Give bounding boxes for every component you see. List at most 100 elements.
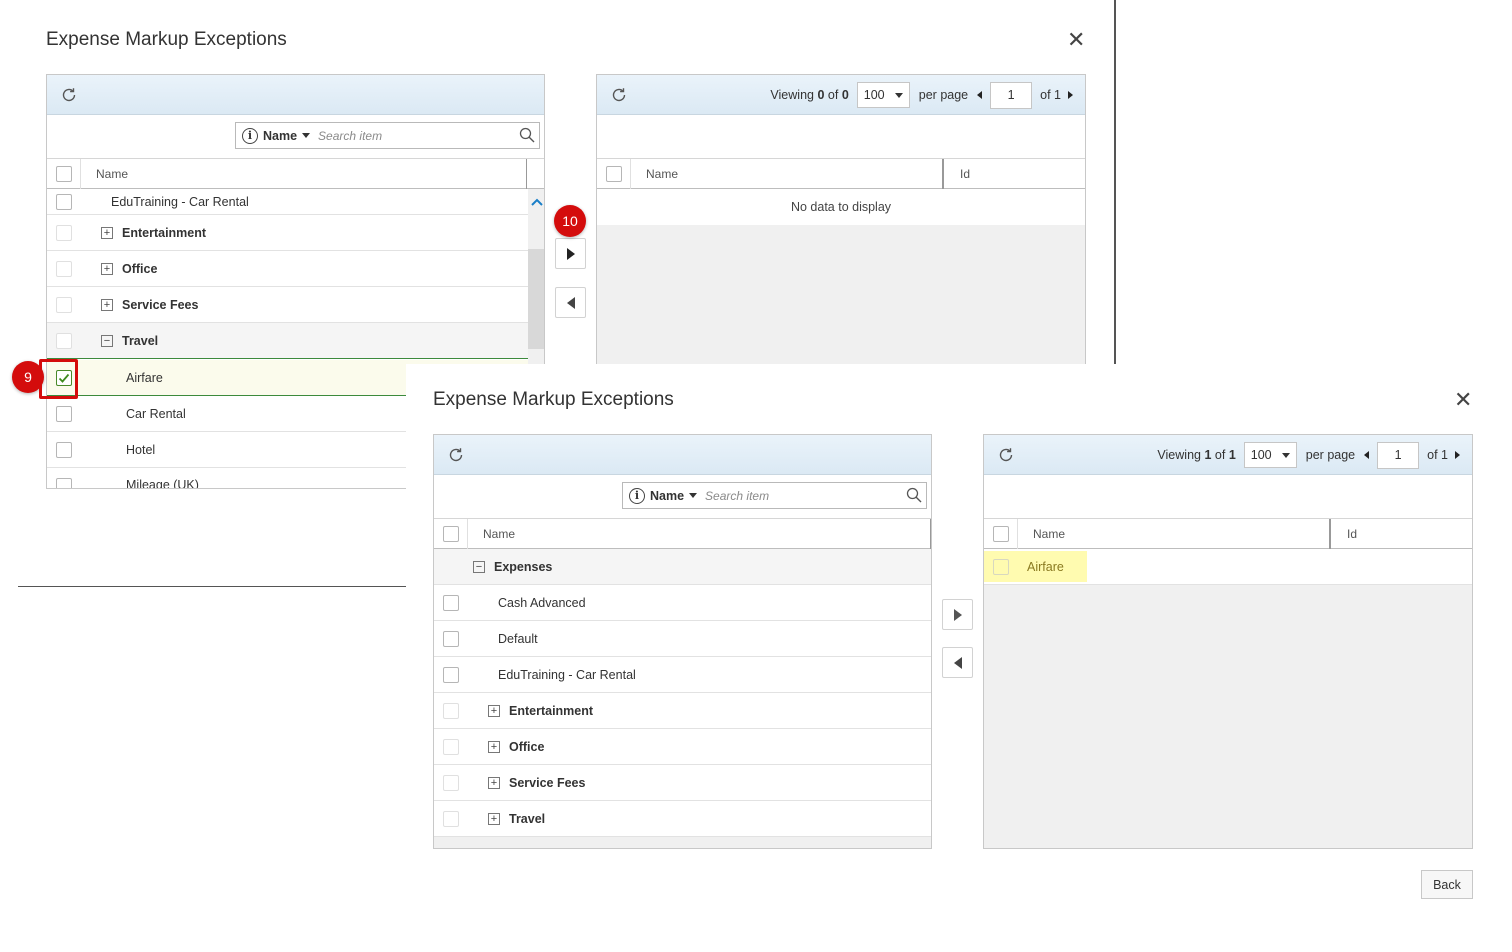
of-label: of	[1214, 448, 1226, 462]
select-all-checkbox[interactable]	[605, 166, 622, 182]
search-input[interactable]: i Name Search item	[622, 482, 927, 509]
select-all-checkbox[interactable]	[442, 526, 459, 542]
per-page-select[interactable]: 100	[856, 82, 910, 108]
scroll-up-icon[interactable]	[531, 193, 543, 211]
expand-icon[interactable]: +	[488, 812, 500, 825]
row-label: EduTraining - Car Rental	[498, 667, 636, 682]
grid-header: Name Id	[597, 159, 1085, 189]
refresh-icon[interactable]	[996, 445, 1016, 465]
select-all-checkbox[interactable]	[55, 166, 72, 182]
row-checkbox[interactable]	[56, 405, 72, 422]
search-row: i Name Search item	[434, 475, 931, 519]
expand-icon[interactable]: +	[488, 776, 500, 789]
tree-row[interactable]: + Entertainment	[47, 215, 528, 251]
row-checkbox	[443, 774, 459, 791]
refresh-icon[interactable]	[59, 85, 79, 105]
row-checkbox[interactable]	[56, 478, 72, 488]
row-label: Office	[509, 739, 545, 754]
search-placeholder: Search item	[705, 488, 770, 503]
per-page-label: per page	[918, 88, 969, 102]
row-checkbox[interactable]	[56, 193, 72, 210]
row-label: Travel	[509, 811, 546, 826]
tree-row[interactable]: EduTraining - Car Rental	[434, 657, 931, 693]
tree-row[interactable]: − Travel	[47, 323, 528, 359]
tree-row[interactable]: + Office	[47, 251, 528, 287]
row-label: Airfare	[126, 370, 163, 385]
tree-row[interactable]: + Service Fees	[47, 287, 528, 323]
refresh-icon[interactable]	[446, 445, 466, 465]
search-icon[interactable]	[906, 487, 922, 506]
next-page-icon[interactable]	[1068, 91, 1073, 99]
move-left-button[interactable]	[555, 287, 586, 318]
prev-page-icon[interactable]	[1364, 451, 1370, 459]
page-input[interactable]: 1	[990, 81, 1033, 109]
info-icon: i	[629, 487, 645, 504]
front-dialog: Expense Markup Exceptions ✕ i Name Searc…	[406, 364, 1512, 952]
expand-icon[interactable]: +	[101, 262, 113, 275]
chevron-down-icon[interactable]	[302, 133, 311, 138]
info-icon: i	[242, 127, 258, 144]
next-page-icon[interactable]	[1455, 451, 1460, 459]
filter-row	[984, 475, 1472, 519]
tree-row[interactable]: + Entertainment	[434, 693, 931, 729]
close-icon[interactable]: ✕	[1454, 389, 1472, 411]
search-input[interactable]: i Name Search item	[235, 122, 540, 149]
grid-header: Name	[47, 159, 544, 189]
move-left-button[interactable]	[942, 647, 973, 678]
column-header-name[interactable]: Name	[1033, 519, 1065, 549]
page-input[interactable]: 1	[1377, 441, 1420, 469]
expand-icon[interactable]: +	[488, 704, 500, 717]
dialog-edge-bottom	[18, 586, 406, 587]
column-header-name[interactable]: Name	[483, 519, 515, 549]
search-field-selector[interactable]: Name	[263, 129, 297, 143]
column-header-name[interactable]: Name	[96, 159, 128, 189]
close-icon[interactable]: ✕	[1067, 29, 1085, 51]
table-row[interactable]: Airfare	[984, 549, 1472, 585]
prev-page-icon[interactable]	[977, 91, 983, 99]
dialog-title: Expense Markup Exceptions	[433, 389, 674, 410]
row-checkbox	[443, 810, 459, 827]
viewing-label: Viewing	[1157, 448, 1201, 462]
panel-toolbar	[47, 75, 544, 115]
row-checkbox	[56, 260, 72, 277]
column-header-id[interactable]: Id	[960, 159, 970, 189]
grid-header: Name Id	[984, 519, 1472, 549]
filter-row	[597, 115, 1085, 159]
per-page-select[interactable]: 100	[1243, 442, 1297, 468]
column-header-name[interactable]: Name	[646, 159, 678, 189]
tree-row[interactable]: Cash Advanced	[434, 585, 931, 621]
per-page-label: per page	[1305, 448, 1356, 462]
tree-row[interactable]: EduTraining - Car Rental	[47, 189, 528, 215]
chevron-down-icon[interactable]	[689, 493, 698, 498]
search-field-selector[interactable]: Name	[650, 489, 684, 503]
row-checkbox[interactable]	[443, 630, 459, 647]
row-checkbox[interactable]	[443, 594, 459, 611]
tree-row[interactable]: + Service Fees	[434, 765, 931, 801]
refresh-icon[interactable]	[609, 85, 629, 105]
expand-icon[interactable]: +	[488, 740, 500, 753]
tree-row[interactable]: + Travel	[434, 801, 931, 837]
collapse-icon[interactable]: −	[473, 560, 485, 573]
move-right-button[interactable]	[555, 238, 586, 269]
tree-row[interactable]: + Office	[434, 729, 931, 765]
select-all-checkbox[interactable]	[992, 526, 1009, 542]
row-checkbox[interactable]	[993, 559, 1009, 575]
tree-row[interactable]: − Expenses	[434, 549, 931, 585]
expand-icon[interactable]: +	[101, 226, 113, 239]
move-right-button[interactable]	[942, 599, 973, 630]
column-header-id[interactable]: Id	[1347, 519, 1357, 549]
search-icon[interactable]	[519, 127, 535, 146]
panel-toolbar: Viewing 1 of 1 100 per page 1 of 1	[984, 435, 1472, 475]
expand-icon[interactable]: +	[101, 298, 113, 311]
row-label: Hotel	[126, 442, 156, 457]
scrollbar-thumb[interactable]	[528, 249, 544, 349]
search-placeholder: Search item	[318, 128, 383, 143]
back-button[interactable]: Back	[1421, 870, 1473, 899]
row-checkbox[interactable]	[56, 441, 72, 458]
highlight-box	[39, 359, 78, 399]
collapse-icon[interactable]: −	[101, 334, 113, 347]
tree-row[interactable]: Default	[434, 621, 931, 657]
viewing-from: 1	[1204, 448, 1212, 462]
arrow-right-icon	[953, 608, 962, 621]
row-checkbox[interactable]	[443, 666, 459, 683]
